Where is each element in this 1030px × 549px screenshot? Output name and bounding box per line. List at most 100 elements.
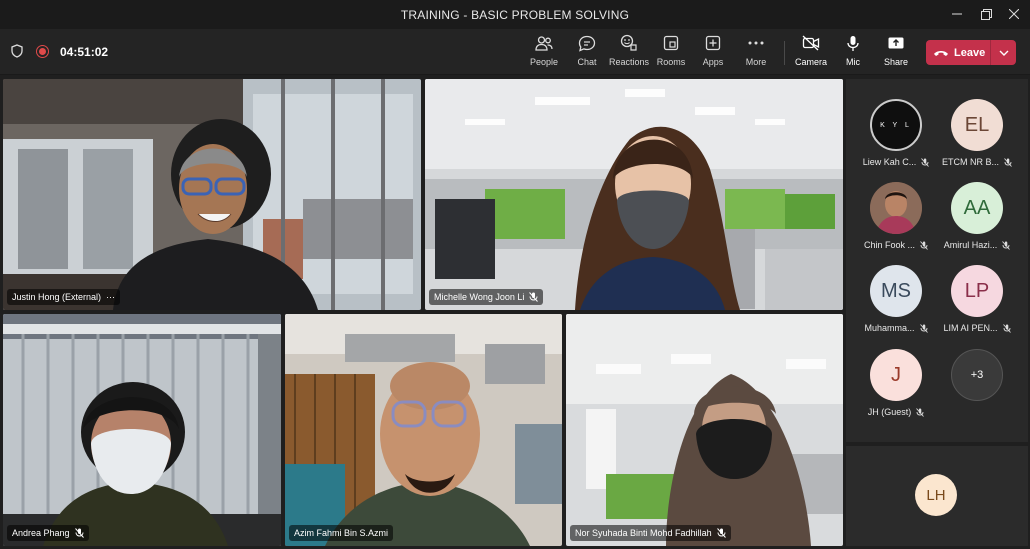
share-button[interactable]: Share [873,33,919,71]
minimize-button[interactable] [943,4,971,24]
people-button[interactable]: People [521,33,567,71]
mic-label: Mic [846,57,860,67]
meeting-timer: 04:51:02 [60,45,109,59]
video-tile-nor-syuhada[interactable]: Nor Syuhada Binti Mohd Fadhillah [566,314,843,546]
roster-name: Amirul Hazi... [936,240,1018,250]
mic-muted-icon [921,157,930,167]
chat-icon [578,33,596,53]
video-tile-michelle-wong[interactable]: Michelle Wong Joon Li [425,79,843,310]
mic-muted-icon [916,407,925,417]
apps-button[interactable]: Apps [690,33,736,71]
reactions-button[interactable]: Reactions [606,33,652,71]
mic-muted-icon [1002,240,1011,250]
leave-label: Leave [954,46,986,59]
leave-options-button[interactable] [991,50,1016,56]
restore-icon [980,8,992,20]
chat-label: Chat [577,57,597,67]
roster-name: JH (Guest) [855,407,937,417]
roster-participant[interactable]: K Y L Liew Kah C... [855,99,937,179]
video-feed [285,314,562,546]
video-tile-justin-hong[interactable]: Justin Hong (External) ··· [3,79,421,310]
participant-roster: K Y L Liew Kah C... EL ETCM NR B... Chin… [846,79,1028,442]
window-title: TRAINING - BASIC PROBLEM SOLVING [400,8,630,22]
meeting-toolbar: 04:51:02 People Chat Reactions Rooms App… [0,29,1030,75]
rooms-button[interactable]: Rooms [648,33,694,71]
participant-name-tag: Justin Hong (External) ··· [7,289,121,305]
people-icon [535,33,553,53]
participant-name: Nor Syuhada Binti Mohd Fadhillah [575,528,712,538]
roster-participant[interactable]: EL ETCM NR B... [936,99,1018,179]
video-feed [425,79,843,310]
share-label: Share [883,57,909,67]
mic-muted-icon [74,528,84,538]
hang-up-icon [928,49,954,57]
roster-participant[interactable]: MS Muhamma... [855,265,937,345]
mic-muted-icon [919,323,928,333]
mic-muted-icon [529,292,539,302]
avatar: J [870,349,922,401]
participant-name: Azim Fahmi Bin S.Azmi [294,528,389,538]
close-icon [1009,9,1019,19]
participant-name-tag: Michelle Wong Joon Li [429,289,544,305]
avatar-photo [870,182,922,234]
reactions-icon [620,33,638,53]
camera-label: Camera [794,57,827,67]
avatar-logo: K Y L [880,121,912,129]
avatar: MS [870,265,922,317]
apps-icon [705,33,721,53]
avatar: K Y L [870,99,922,151]
rooms-label: Rooms [656,57,686,67]
chat-button[interactable]: Chat [564,33,610,71]
close-button[interactable] [1000,4,1028,24]
leave-button[interactable]: Leave [926,40,1016,65]
more-label: More [745,57,767,67]
participant-name-tag: Andrea Phang [7,525,89,541]
toolbar-divider [784,41,785,65]
more-options-icon[interactable]: ··· [106,292,115,302]
roster-participant[interactable]: J JH (Guest) [855,349,937,429]
video-tile-andrea-phang[interactable]: Andrea Phang [3,314,281,546]
people-label: People [529,57,559,67]
minimize-icon [952,13,962,15]
roster-participant[interactable]: Chin Fook ... [855,182,937,262]
roster-name: Chin Fook ... [855,240,937,250]
participant-name: Michelle Wong Joon Li [434,292,525,302]
mic-muted-icon [1004,157,1012,167]
more-icon [748,33,764,53]
apps-label: Apps [702,57,724,67]
mic-button[interactable]: Mic [830,33,876,71]
participant-name: Justin Hong (External) [12,292,102,302]
roster-participant[interactable]: LP LIM AI PEN... [936,265,1018,345]
participant-name-tag: Azim Fahmi Bin S.Azmi [289,525,394,541]
camera-button[interactable]: Camera [788,33,834,71]
avatar: AA [951,182,1003,234]
mic-muted-icon [716,528,726,538]
microphone-icon [846,33,860,53]
mic-muted-icon [1002,323,1011,333]
more-participants-button[interactable]: +3 [951,349,1003,401]
video-feed [3,79,421,310]
roster-name: Liew Kah C... [855,157,937,167]
self-view-panel: LH [846,446,1028,546]
chevron-down-icon [999,50,1008,56]
title-bar: TRAINING - BASIC PROBLEM SOLVING [0,0,1030,29]
participant-name: Andrea Phang [12,528,70,538]
avatar: EL [951,99,1003,151]
participant-name-tag: Nor Syuhada Binti Mohd Fadhillah [570,525,731,541]
recording-indicator-icon [36,45,49,58]
video-feed [566,314,843,546]
avatar: LP [951,265,1003,317]
roster-participant[interactable]: AA Amirul Hazi... [936,182,1018,262]
video-tile-azim-fahmi[interactable]: Azim Fahmi Bin S.Azmi [285,314,562,546]
reactions-label: Reactions [608,57,650,67]
avatar: LH [915,474,957,516]
shield-icon [11,44,23,63]
maximize-button[interactable] [972,4,1000,24]
more-button[interactable]: More [733,33,779,71]
mic-muted-icon [920,240,928,250]
share-screen-icon [887,33,905,53]
camera-off-icon [802,33,820,53]
rooms-icon [663,33,679,53]
roster-name: ETCM NR B... [936,157,1018,167]
roster-name: Muhamma... [855,323,937,333]
